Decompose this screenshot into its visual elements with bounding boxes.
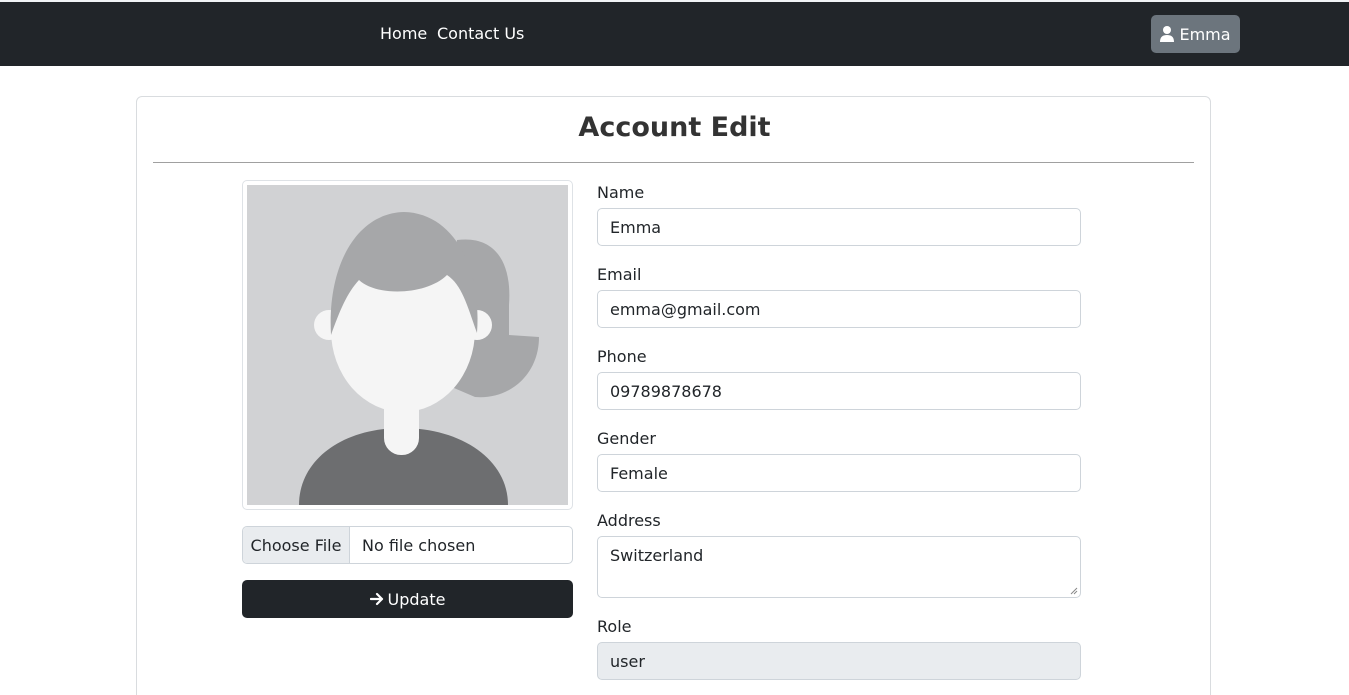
email-input[interactable]: emma@gmail.com	[597, 290, 1081, 328]
role-label: Role	[597, 617, 632, 636]
phone-label: Phone	[597, 347, 647, 366]
role-input: user	[597, 642, 1081, 680]
photo-file-input[interactable]: Choose File No file chosen	[242, 526, 573, 564]
nav-home-link[interactable]: Home	[380, 24, 427, 43]
file-status-text: No file chosen	[362, 535, 476, 555]
nav-contact-link[interactable]: Contact Us	[437, 24, 524, 43]
name-label: Name	[597, 183, 645, 202]
choose-file-button[interactable]: Choose File	[243, 527, 350, 563]
user-menu-button[interactable]: Emma	[1151, 15, 1240, 53]
name-input[interactable]: Emma	[597, 208, 1081, 246]
top-navbar: Home Contact Us Emma	[0, 2, 1349, 66]
phone-input[interactable]: 09789878678	[597, 372, 1081, 410]
arrow-right-icon	[369, 592, 383, 606]
email-label: Email	[597, 265, 642, 284]
address-value: Switzerland	[610, 546, 704, 565]
address-label: Address	[597, 511, 661, 530]
update-button[interactable]: Update	[242, 580, 573, 618]
title-divider	[153, 162, 1194, 163]
resize-grip-icon[interactable]	[1070, 587, 1078, 595]
user-icon	[1160, 26, 1175, 42]
page-title: Account Edit	[578, 112, 771, 143]
gender-label: Gender	[597, 429, 656, 448]
female-avatar-icon	[247, 185, 568, 505]
user-name-label: Emma	[1179, 24, 1231, 44]
gender-input[interactable]: Female	[597, 454, 1081, 492]
address-textarea[interactable]: Switzerland	[597, 536, 1081, 598]
update-button-label: Update	[387, 589, 446, 609]
profile-photo	[242, 180, 573, 510]
